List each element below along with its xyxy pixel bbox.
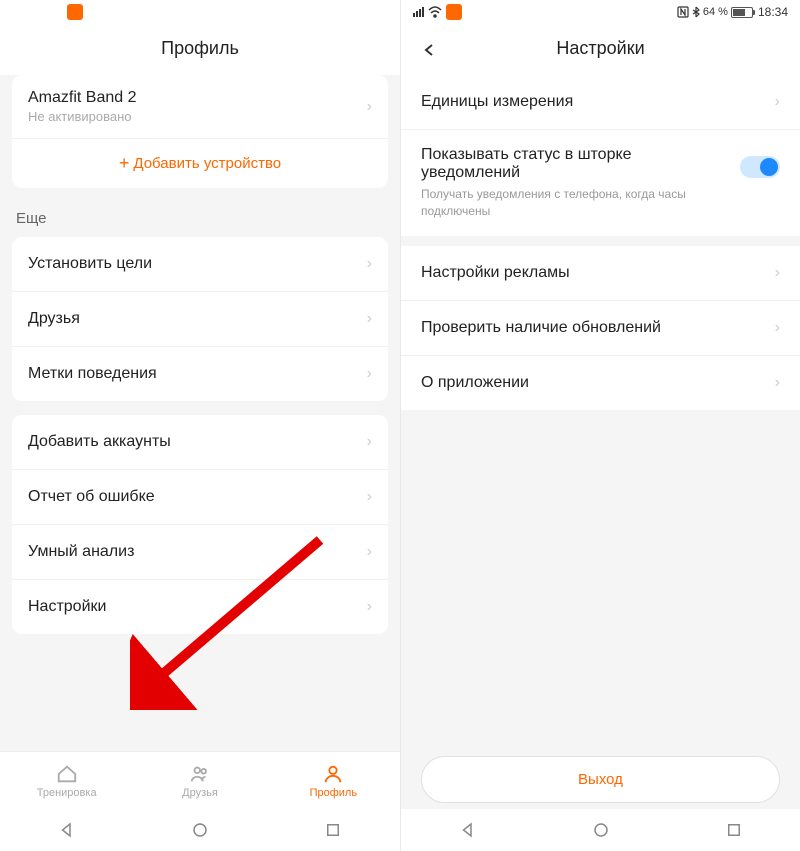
chevron-right-icon: ›: [775, 374, 780, 392]
bottom-nav: Тренировка Друзья Профиль: [0, 751, 400, 809]
list-label: Установить цели: [28, 255, 152, 273]
settings-label: Показывать статус в шторке уведомлений: [421, 146, 728, 182]
people-icon: [189, 763, 211, 785]
status-bar: 64 % 18:34: [401, 0, 800, 24]
status-bar: [0, 0, 400, 24]
settings-group-1: Единицы измерения › Показывать статус в …: [401, 75, 800, 236]
chevron-right-icon: ›: [367, 310, 372, 328]
bluetooth-icon: [692, 6, 700, 18]
nav-label: Профиль: [310, 787, 358, 799]
menu-group-2: Добавить аккаунты › Отчет об ошибке › Ум…: [12, 415, 388, 634]
device-status: Не активировано: [28, 109, 137, 124]
app-badge-icon: [446, 4, 462, 20]
battery-icon: [731, 7, 753, 18]
list-label: Друзья: [28, 310, 80, 328]
chevron-left-icon: [422, 43, 436, 57]
home-circle-icon[interactable]: [592, 821, 610, 839]
nav-label: Друзья: [182, 787, 218, 799]
add-device-button[interactable]: + Добавить устройство: [12, 138, 388, 188]
settings-updates[interactable]: Проверить наличие обновлений ›: [401, 301, 800, 356]
app-badge-icon: [67, 4, 83, 20]
list-item-analysis[interactable]: Умный анализ ›: [12, 525, 388, 580]
chevron-right-icon: ›: [367, 98, 372, 116]
chevron-right-icon: ›: [367, 255, 372, 273]
nav-workout[interactable]: Тренировка: [0, 752, 133, 809]
home-circle-icon[interactable]: [191, 821, 209, 839]
chevron-right-icon: ›: [367, 488, 372, 506]
list-item-goals[interactable]: Установить цели ›: [12, 237, 388, 292]
recent-icon[interactable]: [725, 821, 743, 839]
list-label: Отчет об ошибке: [28, 488, 155, 506]
signal-icon: [413, 7, 424, 17]
menu-group-1: Установить цели › Друзья › Метки поведен…: [12, 237, 388, 401]
list-label: Умный анализ: [28, 543, 134, 561]
device-name: Amazfit Band 2: [28, 89, 137, 107]
plus-icon: +: [119, 153, 130, 174]
system-nav: [401, 809, 800, 851]
clock-text: 18:34: [758, 5, 788, 19]
settings-ads[interactable]: Настройки рекламы ›: [401, 246, 800, 301]
recent-icon[interactable]: [324, 821, 342, 839]
wifi-icon: [428, 6, 442, 18]
settings-group-2: Настройки рекламы › Проверить наличие об…: [401, 246, 800, 410]
chevron-right-icon: ›: [775, 93, 780, 111]
back-icon[interactable]: [58, 821, 76, 839]
list-item-friends[interactable]: Друзья ›: [12, 292, 388, 347]
device-row[interactable]: Amazfit Band 2 Не активировано ›: [12, 75, 388, 138]
settings-label: О приложении: [421, 374, 529, 392]
chevron-right-icon: ›: [367, 543, 372, 561]
settings-about[interactable]: О приложении ›: [401, 356, 800, 410]
chevron-right-icon: ›: [775, 264, 780, 282]
exit-button[interactable]: Выход: [421, 756, 780, 803]
back-button[interactable]: [417, 38, 441, 62]
device-card: Amazfit Band 2 Не активировано › + Добав…: [12, 75, 388, 188]
chevron-right-icon: ›: [775, 319, 780, 337]
toggle-switch[interactable]: [740, 156, 780, 178]
person-icon: [322, 763, 344, 785]
list-label: Метки поведения: [28, 365, 157, 383]
nav-friends[interactable]: Друзья: [133, 752, 266, 809]
list-item-settings[interactable]: Настройки ›: [12, 580, 388, 634]
back-icon[interactable]: [459, 821, 477, 839]
battery-text: 64 %: [703, 6, 728, 18]
section-header: Еще: [12, 202, 388, 237]
chevron-right-icon: ›: [367, 365, 372, 383]
home-icon: [56, 763, 78, 785]
list-label: Добавить аккаунты: [28, 433, 171, 451]
nfc-icon: [677, 6, 689, 18]
system-nav: [0, 809, 400, 851]
settings-notification-status[interactable]: Показывать статус в шторке уведомлений П…: [401, 130, 800, 236]
chevron-right-icon: ›: [367, 598, 372, 616]
settings-sublabel: Получать уведомления с телефона, когда ч…: [421, 186, 728, 220]
settings-label: Настройки рекламы: [421, 264, 570, 282]
title-text: Настройки: [556, 38, 644, 58]
list-label: Настройки: [28, 598, 106, 616]
list-item-bugreport[interactable]: Отчет об ошибке ›: [12, 470, 388, 525]
settings-label: Единицы измерения: [421, 93, 573, 111]
settings-units[interactable]: Единицы измерения ›: [401, 75, 800, 130]
list-item-accounts[interactable]: Добавить аккаунты ›: [12, 415, 388, 470]
nav-label: Тренировка: [37, 787, 97, 799]
page-title: Настройки: [401, 24, 800, 75]
settings-label: Проверить наличие обновлений: [421, 319, 661, 337]
list-item-behavior[interactable]: Метки поведения ›: [12, 347, 388, 401]
add-device-label: Добавить устройство: [133, 155, 281, 172]
page-title: Профиль: [0, 24, 400, 75]
chevron-right-icon: ›: [367, 433, 372, 451]
nav-profile[interactable]: Профиль: [267, 752, 400, 809]
